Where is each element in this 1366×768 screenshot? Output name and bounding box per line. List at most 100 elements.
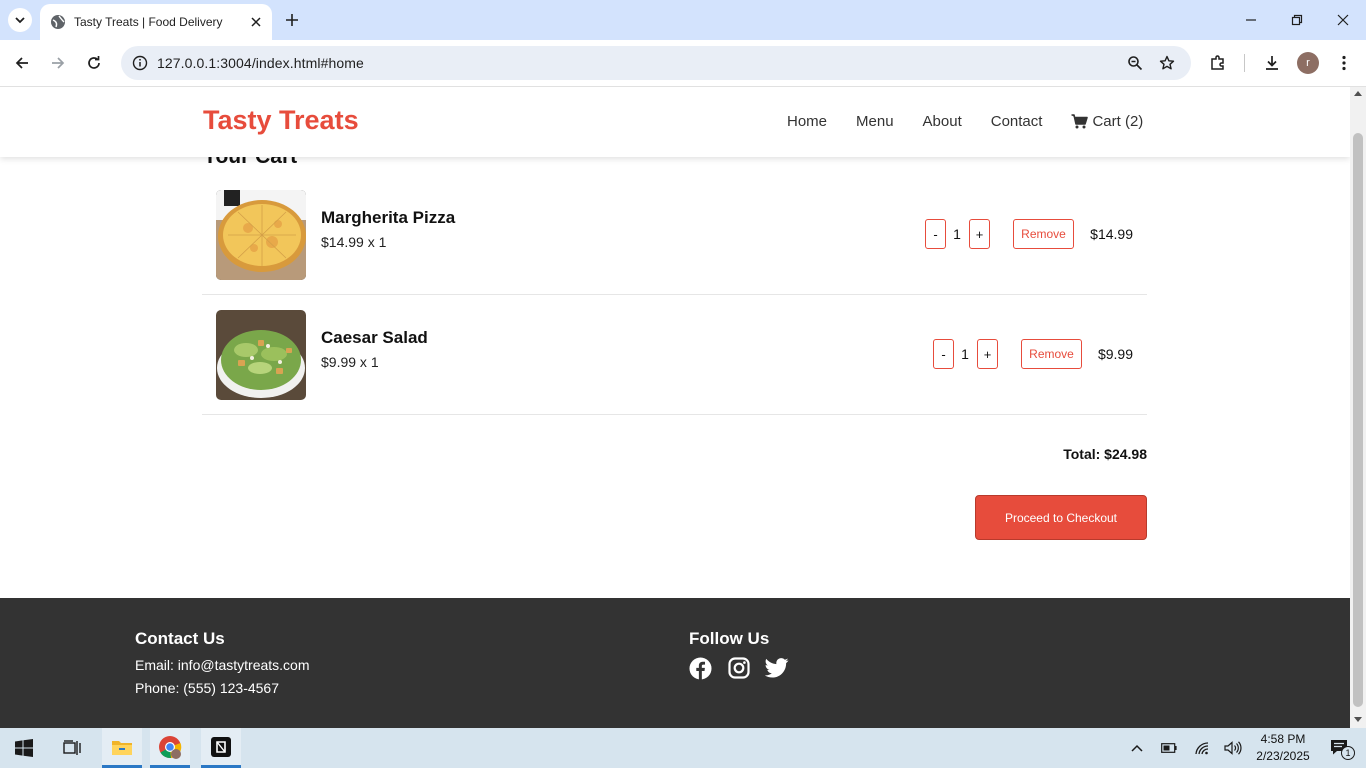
app-taskbar-button[interactable] [201,728,241,768]
restore-icon [1291,14,1303,26]
facebook-icon [688,656,712,680]
cart-total: Total: $24.98 [1063,446,1147,462]
chevron-down-icon [15,17,25,24]
clock-time: 4:58 PM [1260,732,1306,746]
wifi-icon [1195,742,1209,755]
salad-image [216,310,306,400]
nav-contact[interactable]: Contact [991,113,1043,130]
url-text: 127.0.0.1:3004/index.html#home [157,55,364,71]
nav-home[interactable]: Home [787,113,827,130]
contact-email: Email: info@tastytreats.com [135,657,310,673]
facebook-link[interactable] [688,656,712,680]
cart-label: Cart (2) [1092,113,1144,130]
start-button[interactable] [4,728,44,768]
download-icon [1266,56,1278,70]
close-window-button[interactable] [1328,8,1358,32]
reload-button[interactable] [82,51,106,75]
nav-menu[interactable]: Menu [856,113,894,130]
nav-cart[interactable]: Cart (2) [1071,113,1143,130]
task-view-icon [63,740,81,755]
battery-button[interactable] [1159,738,1179,758]
tab-search-button[interactable] [8,8,32,32]
windows-logo-icon [15,739,33,757]
page-scrollbar[interactable] [1350,87,1366,728]
back-button[interactable] [10,51,34,75]
site-header: Tasty Treats Home Menu About Contact Car… [0,87,1350,157]
downloads-button[interactable] [1260,51,1284,75]
chevron-up-icon [1131,744,1143,752]
site-logo[interactable]: Tasty Treats [203,105,359,136]
volume-button[interactable] [1223,738,1243,758]
chrome-icon [159,735,182,759]
restore-button[interactable] [1282,8,1312,32]
nav-about[interactable]: About [923,113,962,130]
arrow-right-icon [52,57,65,69]
browser-tabstrip: Tasty Treats | Food Delivery [0,0,1366,40]
minimize-icon [1246,19,1256,21]
checkout-button[interactable]: Proceed to Checkout [975,495,1147,540]
scroll-up-arrow[interactable] [1354,91,1362,96]
zoom-button[interactable] [1124,52,1146,74]
contact-heading: Contact Us [135,629,225,648]
item-unit-price: $9.99 x 1 [321,354,379,370]
line-total: $14.99 [1090,226,1133,242]
taskbar-clock[interactable]: 4:58 PM 2/23/2025 [1250,731,1316,765]
decrease-quantity-button[interactable]: - [925,219,946,249]
decrease-quantity-button[interactable]: - [933,339,954,369]
minimize-button[interactable] [1236,8,1266,32]
item-name: Margherita Pizza [321,208,456,227]
instagram-link[interactable] [727,656,751,680]
contact-phone: Phone: (555) 123-4567 [135,680,279,696]
folder-icon [112,740,132,755]
close-icon [1337,14,1349,26]
toolbar-separator [1244,54,1245,72]
zoom-icon [1128,56,1143,71]
line-total: $9.99 [1097,346,1133,362]
browser-toolbar: 127.0.0.1:3004/index.html#home r [0,40,1366,87]
pizza-image [216,190,306,280]
show-hidden-icons-button[interactable] [1127,738,1147,758]
task-view-button[interactable] [52,728,92,768]
chrome-taskbar-button[interactable] [150,728,190,768]
tab-title: Tasty Treats | Food Delivery [74,15,223,29]
site-footer: Contact Us Email: info@tastytreats.com P… [0,598,1350,728]
network-button[interactable] [1192,738,1212,758]
puzzle-icon [1211,55,1224,70]
remove-item-button[interactable]: Remove [1013,219,1074,249]
cart-item: Caesar Salad $9.99 x 1 - 1 + Remove $9.9… [202,295,1147,415]
close-icon [251,17,261,27]
star-icon [1159,55,1175,70]
notification-center-button[interactable]: 1 [1323,738,1357,760]
instagram-icon [728,657,750,679]
quantity-value: 1 [953,226,961,242]
item-name: Caesar Salad [321,328,428,347]
clock-date: 2/23/2025 [1256,749,1310,763]
browser-tab-active[interactable]: Tasty Treats | Food Delivery [40,4,272,40]
extensions-button[interactable] [1206,51,1230,75]
address-bar[interactable]: 127.0.0.1:3004/index.html#home [121,46,1191,80]
remove-item-button[interactable]: Remove [1021,339,1082,369]
twitter-link[interactable] [765,656,789,680]
new-tab-button[interactable] [282,10,302,30]
reload-icon [88,56,100,69]
profile-avatar[interactable]: r [1297,52,1319,74]
app-icon [211,736,231,757]
plus-icon [286,14,298,26]
shopping-cart-icon [1071,114,1089,129]
increase-quantity-button[interactable]: + [977,339,998,369]
site-info-button[interactable] [129,52,151,74]
scroll-thumb[interactable] [1353,133,1363,707]
browser-menu-button[interactable] [1332,51,1356,75]
globe-icon [51,15,65,29]
item-unit-price: $14.99 x 1 [321,234,387,250]
file-explorer-button[interactable] [102,728,142,768]
more-vertical-icon [1342,55,1346,71]
speaker-icon [1224,741,1242,755]
arrow-left-icon [15,57,28,69]
forward-button[interactable] [46,51,70,75]
close-tab-button[interactable] [248,14,264,30]
bookmark-button[interactable] [1156,52,1178,74]
increase-quantity-button[interactable]: + [969,219,990,249]
scroll-down-arrow[interactable] [1354,717,1362,722]
windows-taskbar: 4:58 PM 2/23/2025 1 [0,728,1366,768]
